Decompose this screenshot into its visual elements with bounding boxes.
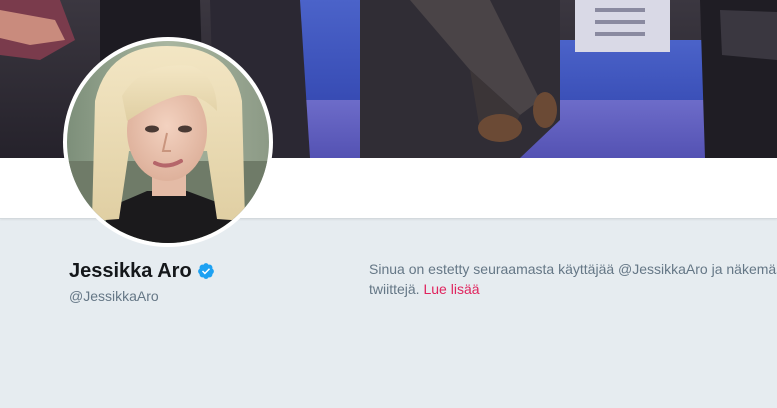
avatar-image xyxy=(67,41,269,243)
blocked-notice-line-1: Sinua on estetty seuraamasta käyttäjää @… xyxy=(369,261,777,277)
learn-more-link[interactable]: Lue lisää xyxy=(423,281,479,297)
blocked-notice-line-2: twiittejä. Lue lisää xyxy=(369,279,777,299)
blocked-notice-text: twiittejä. xyxy=(369,281,420,297)
profile-page: Jessikka Aro @JessikkaAro Sinua on estet… xyxy=(0,0,777,408)
profile-handle[interactable]: @JessikkaAro xyxy=(69,286,329,306)
profile-card: Jessikka Aro @JessikkaAro xyxy=(69,258,329,306)
profile-name[interactable]: Jessikka Aro xyxy=(69,259,192,283)
verified-badge-icon xyxy=(197,262,215,280)
profile-name-row: Jessikka Aro xyxy=(69,258,329,284)
profile-avatar[interactable] xyxy=(63,37,273,247)
blocked-notice: Sinua on estetty seuraamasta käyttäjää @… xyxy=(369,259,777,303)
